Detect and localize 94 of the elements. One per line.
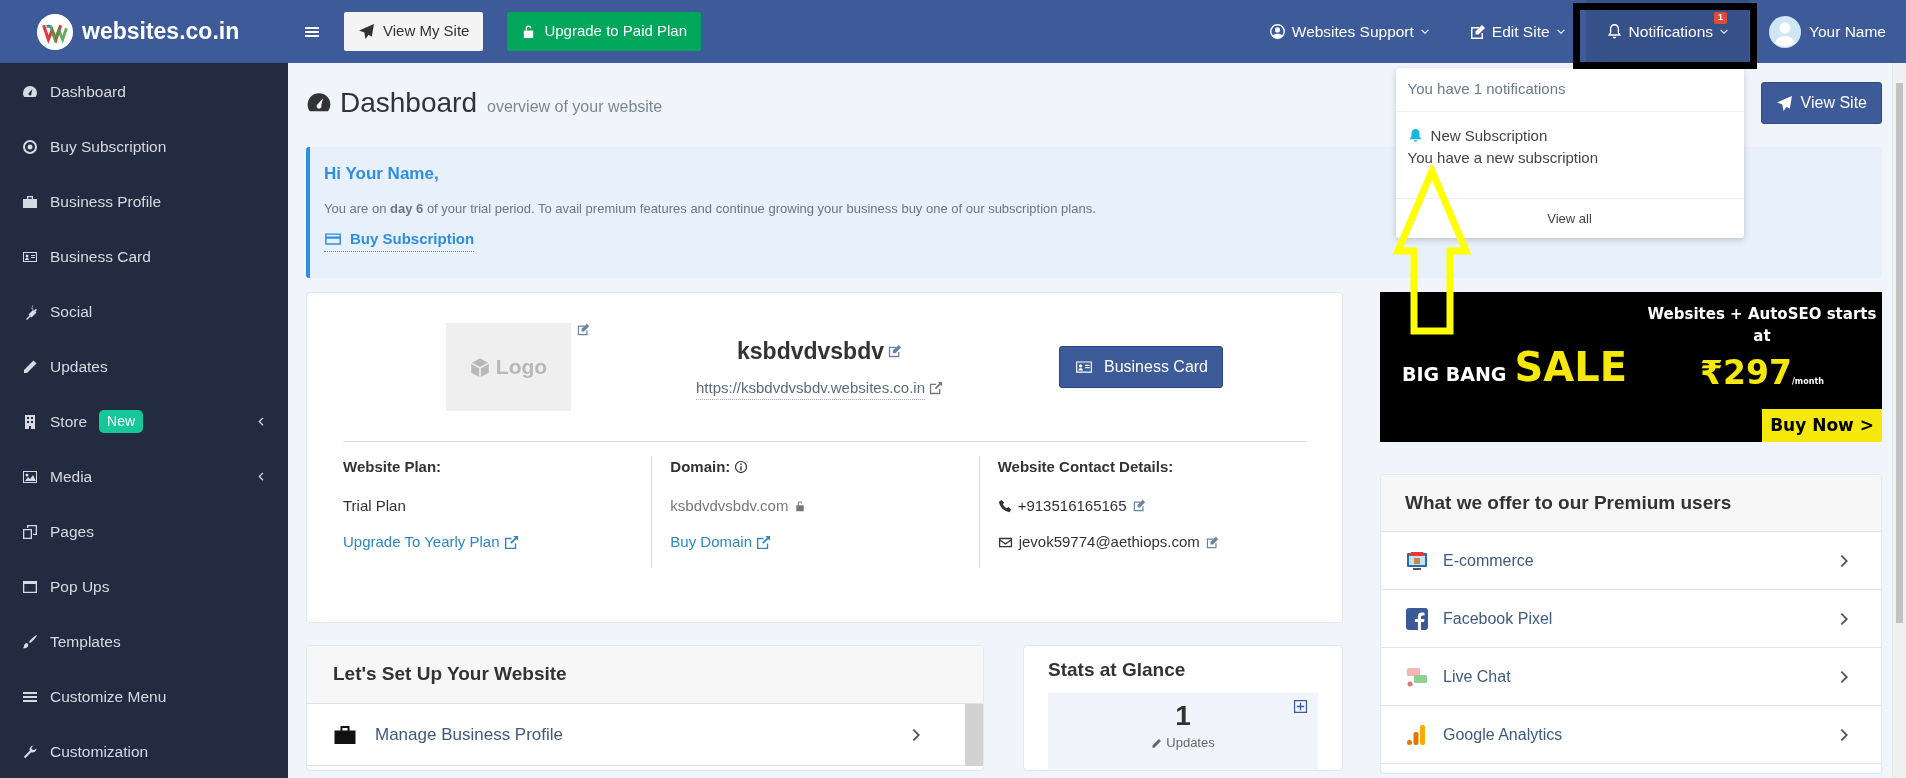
edit-icon	[577, 323, 590, 336]
sidebar-item[interactable]: Customize Menu	[50, 684, 167, 709]
scrollbar[interactable]	[965, 704, 983, 766]
view-site-button[interactable]: View My Site	[344, 12, 484, 51]
site-name: ksbdvdvsbdv	[737, 337, 884, 366]
info-icon	[734, 460, 749, 475]
buy-domain-link[interactable]: Buy Domain	[670, 531, 772, 554]
sidebar-item[interactable]: Customization	[50, 739, 149, 764]
business-card-button[interactable]: Business Card	[1058, 346, 1223, 388]
stat-label: Updates	[1166, 734, 1215, 753]
external-link-icon	[756, 534, 772, 550]
expand-chevron-icon[interactable]	[255, 416, 266, 427]
phone-icon	[997, 498, 1012, 513]
bell-icon	[1605, 23, 1623, 40]
email-address: jevok59774@aethiops.com	[1018, 532, 1200, 552]
logo-icon	[36, 12, 74, 51]
send-icon	[1775, 94, 1793, 112]
brand-name: websites.co.in	[82, 17, 240, 47]
send-icon	[358, 23, 375, 40]
banner-unit: /month	[1791, 376, 1824, 386]
banner-highlight: SALE	[1514, 343, 1628, 392]
stat-value: 1	[1175, 700, 1191, 732]
external-link-icon	[929, 381, 943, 396]
upgrade-plan-link[interactable]: Upgrade To Yearly Plan	[343, 531, 519, 554]
cube-icon	[469, 357, 490, 377]
banner-price: ₹297	[1700, 352, 1792, 392]
plan-value: Trial Plan	[343, 495, 406, 516]
edit-icon	[1132, 499, 1146, 513]
sidebar-item[interactable]: Social	[50, 299, 93, 324]
sidebar-item[interactable]: Pop Ups	[50, 574, 110, 599]
detail-heading: Website Contact Details:	[997, 457, 1174, 477]
site-url-link[interactable]: https://ksbdvdvsbdv.websites.co.in	[696, 376, 925, 400]
edit-icon	[888, 344, 902, 359]
sidebar-item[interactable]: Buy Subscription	[50, 134, 167, 159]
nav-menu[interactable]: Edit Site	[1449, 0, 1586, 63]
view-all-link[interactable]: View all	[1395, 198, 1744, 238]
premium-feature-link[interactable]: E-commerce	[1443, 548, 1534, 573]
sidebar-item[interactable]: Store	[50, 409, 88, 434]
sidebar-item[interactable]: Pages	[50, 519, 94, 544]
page-title: Dashboard	[340, 86, 477, 120]
social-app-icon	[1405, 606, 1429, 631]
lock-icon	[794, 499, 807, 512]
card-title: Let's Set Up Your Website	[307, 646, 983, 704]
page-subtitle: overview of your website	[487, 97, 663, 117]
window-icon	[22, 578, 38, 595]
domain-value: ksbdvdvsbdv.com	[670, 495, 789, 516]
premium-feature-link[interactable]: Google Analytics	[1443, 722, 1563, 747]
notification-title[interactable]: New Subscription	[1430, 124, 1548, 147]
view-site-button[interactable]: View Site	[1760, 82, 1882, 124]
pencil-icon	[22, 358, 38, 375]
nav-menu[interactable]: Websites Support	[1248, 0, 1450, 63]
edit-icon	[1205, 535, 1219, 549]
sidebar-item[interactable]: Dashboard	[50, 79, 126, 104]
premium-feature-link[interactable]: Live Chat	[1443, 664, 1511, 689]
banner-lead: BIG BANG	[1402, 361, 1507, 387]
id-card-icon	[1073, 358, 1094, 376]
setup-item-link[interactable]: Manage Business Profile	[375, 721, 564, 748]
copy-icon	[22, 523, 38, 540]
target-icon	[22, 138, 38, 155]
building-icon	[22, 413, 38, 430]
promo-banner[interactable]: BIG BANG SALE Websites + AutoSEO starts at ₹297/month Buy Now >	[1380, 292, 1882, 442]
briefcase-icon	[22, 193, 38, 210]
sidebar-item[interactable]: Business Card	[50, 244, 151, 269]
detail-heading: Domain:	[670, 457, 731, 477]
add-icon[interactable]	[1293, 698, 1308, 714]
user-name[interactable]: Your Name	[1809, 19, 1886, 44]
wrench-icon	[22, 743, 38, 760]
external-link-icon	[503, 534, 519, 550]
sidebar-item[interactable]: Media	[50, 464, 93, 489]
page-scrollbar[interactable]	[1892, 63, 1906, 778]
detail-heading: Website Plan:	[343, 457, 442, 477]
image-icon	[22, 468, 38, 485]
alert-greeting: Hi Your Name,	[324, 163, 440, 185]
dashboard-icon	[22, 83, 38, 100]
alert-message: You are on day 6 of your trial period. To avail premium features and continue growing your business buy one of our subscription plans.	[324, 199, 1097, 218]
expand-chevron-icon[interactable]	[255, 471, 266, 482]
premium-feature-link[interactable]: Facebook Pixel	[1443, 606, 1553, 631]
notification-count: 1	[1714, 12, 1727, 24]
card-title: What we offer to our Premium users	[1381, 475, 1881, 532]
avatar-icon	[1769, 15, 1801, 48]
new-badge: New	[99, 410, 144, 433]
notification-text: You have a new subscription	[1407, 148, 1599, 168]
sidebar-item[interactable]: Business Profile	[50, 189, 162, 214]
buy-now-button[interactable]: Buy Now >	[1762, 408, 1882, 442]
edit-icon	[1469, 23, 1486, 40]
brush-icon	[22, 633, 38, 650]
phone-number: +913516165165	[1017, 495, 1127, 516]
banner-offer: Websites + AutoSEO starts at	[1646, 303, 1878, 348]
sidebar-item[interactable]: Templates	[50, 629, 121, 654]
bell-icon	[1407, 128, 1423, 144]
dropdown-header: You have 1 notifications	[1395, 68, 1744, 112]
card-title: Stats at Glance	[1048, 658, 1187, 682]
sidebar-item[interactable]: Updates	[50, 354, 108, 379]
pencil-icon	[1151, 737, 1163, 749]
